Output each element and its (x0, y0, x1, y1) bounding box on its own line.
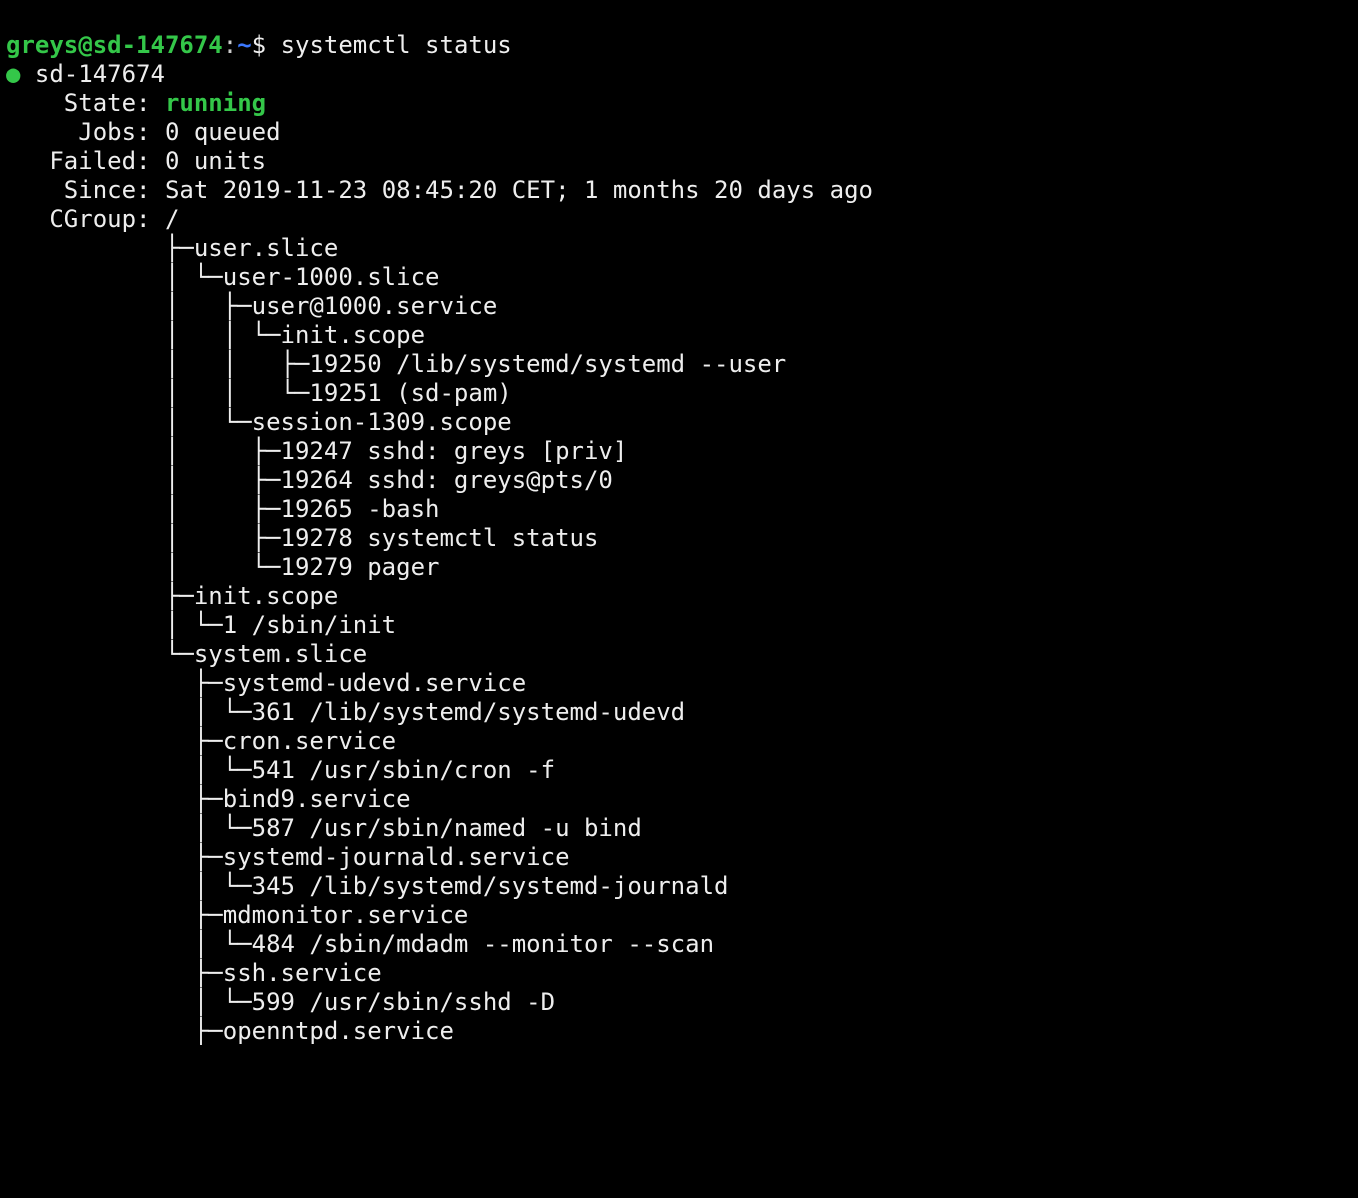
status-dot-icon: ● (6, 60, 20, 88)
state-value: running (165, 89, 266, 117)
cgroup-label: CGroup: (6, 205, 165, 233)
since-label: Since: (6, 176, 165, 204)
tree-line: │ ├─19265 -bash (6, 495, 439, 523)
tree-line: │ │ └─19251 (sd-pam) (6, 379, 512, 407)
since-value: Sat 2019-11-23 08:45:20 CET; 1 months 20… (165, 176, 873, 204)
tree-line: ├─systemd-journald.service (6, 843, 570, 871)
prompt-colon: : (223, 31, 237, 59)
tree-line: │ └─19279 pager (6, 553, 439, 581)
tree-line: ├─mdmonitor.service (6, 901, 468, 929)
tree-line: │ ├─user@1000.service (6, 292, 497, 320)
tree-line: └─system.slice (6, 640, 367, 668)
status-hostname: sd-147674 (20, 60, 165, 88)
jobs-line: Jobs: 0 queued (6, 118, 281, 146)
tree-line: │ │ ├─19250 /lib/systemd/systemd --user (6, 350, 786, 378)
tree-line: │ └─session-1309.scope (6, 408, 512, 436)
tree-line: ├─openntpd.service (6, 1017, 454, 1045)
failed-line: Failed: 0 units (6, 147, 266, 175)
prompt-user: greys (6, 31, 78, 59)
tree-line: ├─init.scope (6, 582, 338, 610)
tree-line: │ ├─19247 sshd: greys [priv] (6, 437, 627, 465)
tree-line: ├─ssh.service (6, 959, 382, 987)
tree-line: ├─systemd-udevd.service (6, 669, 526, 697)
command-text: systemctl status (281, 31, 512, 59)
tree-line: │ ├─19264 sshd: greys@pts/0 (6, 466, 613, 494)
prompt-line: greys@sd-147674:~$ systemctl status (6, 31, 512, 59)
tree-line: │ └─484 /sbin/mdadm --monitor --scan (6, 930, 714, 958)
cgroup-line: CGroup: / (6, 205, 179, 233)
tree-line: │ └─599 /usr/sbin/sshd -D (6, 988, 555, 1016)
state-label: State: (6, 89, 165, 117)
tree-line: ├─cron.service (6, 727, 396, 755)
prompt-dollar: $ (252, 31, 281, 59)
terminal-output[interactable]: greys@sd-147674:~$ systemctl status ● sd… (0, 0, 1358, 1046)
tree-line: │ │ └─init.scope (6, 321, 425, 349)
tree-line: ├─user.slice (6, 234, 338, 262)
prompt-at: @ (78, 31, 92, 59)
tree-line: │ └─user-1000.slice (6, 263, 439, 291)
tree-line: │ ├─19278 systemctl status (6, 524, 598, 552)
tree-line: │ └─345 /lib/systemd/systemd-journald (6, 872, 728, 900)
failed-label: Failed: (6, 147, 165, 175)
prompt-host: sd-147674 (93, 31, 223, 59)
state-line: State: running (6, 89, 266, 117)
tree-line: ├─bind9.service (6, 785, 411, 813)
tree-line: │ └─587 /usr/sbin/named -u bind (6, 814, 642, 842)
tree-line: │ └─541 /usr/sbin/cron -f (6, 756, 555, 784)
prompt-path: ~ (237, 31, 251, 59)
jobs-label: Jobs: (6, 118, 165, 146)
tree-line: │ └─1 /sbin/init (6, 611, 396, 639)
since-line: Since: Sat 2019-11-23 08:45:20 CET; 1 mo… (6, 176, 873, 204)
tree-line: │ └─361 /lib/systemd/systemd-udevd (6, 698, 685, 726)
jobs-value: 0 queued (165, 118, 281, 146)
failed-value: 0 units (165, 147, 266, 175)
status-host-line: ● sd-147674 (6, 60, 165, 88)
cgroup-value: / (165, 205, 179, 233)
